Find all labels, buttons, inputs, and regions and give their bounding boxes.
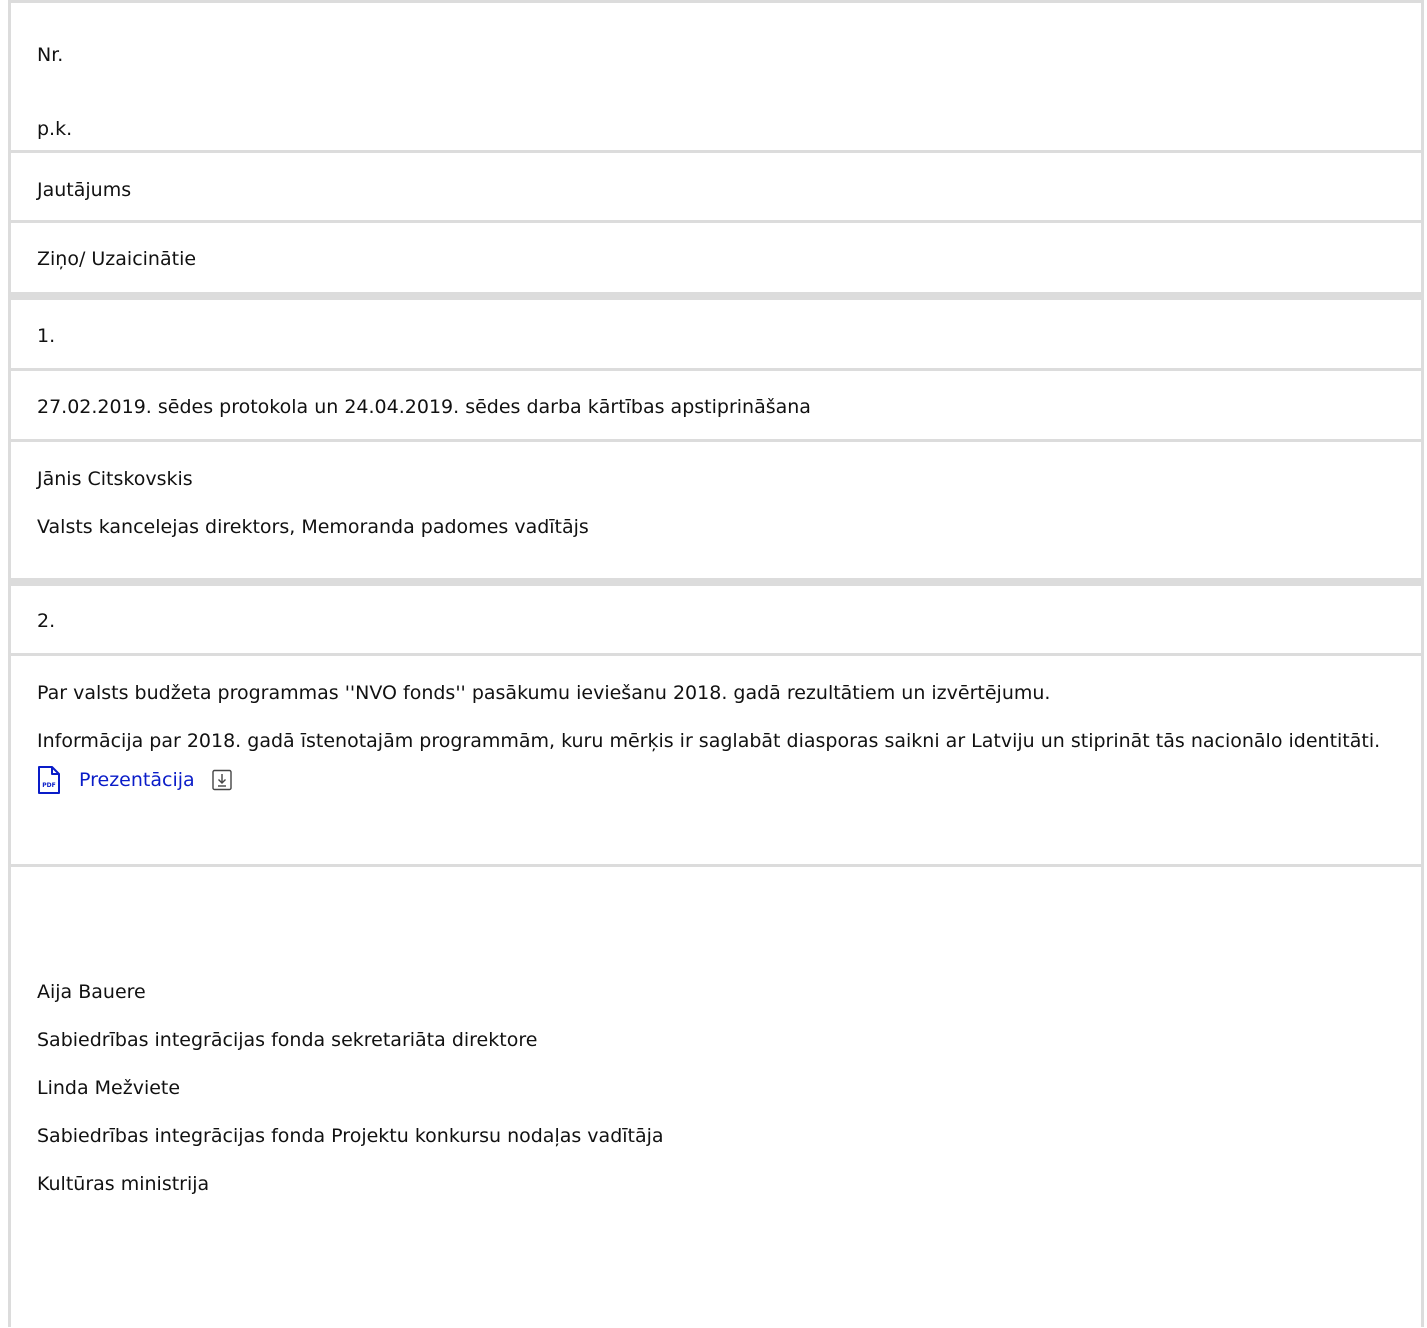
item-1-number-cell: 1. [11,300,1421,371]
item-2-speakers-cell: Aija Bauere Sabiedrības integrācijas fon… [11,867,1421,1327]
header-nr-cell: Nr. p.k. [11,0,1421,153]
download-icon [211,769,233,791]
header-question-cell: Jautājums [11,153,1421,223]
speaker-name: Aija Bauere [37,981,146,1003]
item-number: 2. [37,610,56,632]
agenda-table: Nr. p.k. Jautājums Ziņo/ Uzaicinātie 1. … [8,0,1424,1327]
item-question-detail: Informācija par 2018. gadā īstenotajām p… [37,730,1381,752]
pdf-file-icon: PDF [37,766,61,794]
item-1-question-cell: 27.02.2019. sēdes protokola un 24.04.201… [11,371,1421,442]
header-pk-label: p.k. [37,118,73,140]
speaker-role: Valsts kancelejas direktors, Memoranda p… [37,516,589,538]
item-2-question-cell: Par valsts budžeta programmas ''NVO fond… [11,656,1421,867]
speaker-role: Sabiedrības integrācijas fonda Projektu … [37,1125,664,1147]
item-number: 1. [37,325,56,347]
speaker-role: Sabiedrības integrācijas fonda sekretari… [37,1029,538,1051]
speaker-name: Jānis Citskovskis [37,468,193,490]
svg-text:PDF: PDF [42,782,55,789]
presentation-link-label: Prezentācija [79,769,195,791]
item-question: 27.02.2019. sēdes protokola un 24.04.201… [37,396,811,418]
item-1-speakers-cell: Jānis Citskovskis Valsts kancelejas dire… [11,442,1421,586]
item-question: Par valsts budžeta programmas ''NVO fond… [37,682,1051,704]
speaker-name: Linda Mežviete [37,1077,181,1099]
presentation-pdf-link[interactable]: PDF Prezentācija [37,766,233,794]
header-speakers-label: Ziņo/ Uzaicinātie [37,248,197,270]
item-2-number-cell: 2. [11,586,1421,656]
header-speakers-cell: Ziņo/ Uzaicinātie [11,223,1421,300]
header-nr-label: Nr. [37,44,64,66]
speaker-organization: Kultūras ministrija [37,1173,210,1195]
header-question-label: Jautājums [37,179,132,201]
